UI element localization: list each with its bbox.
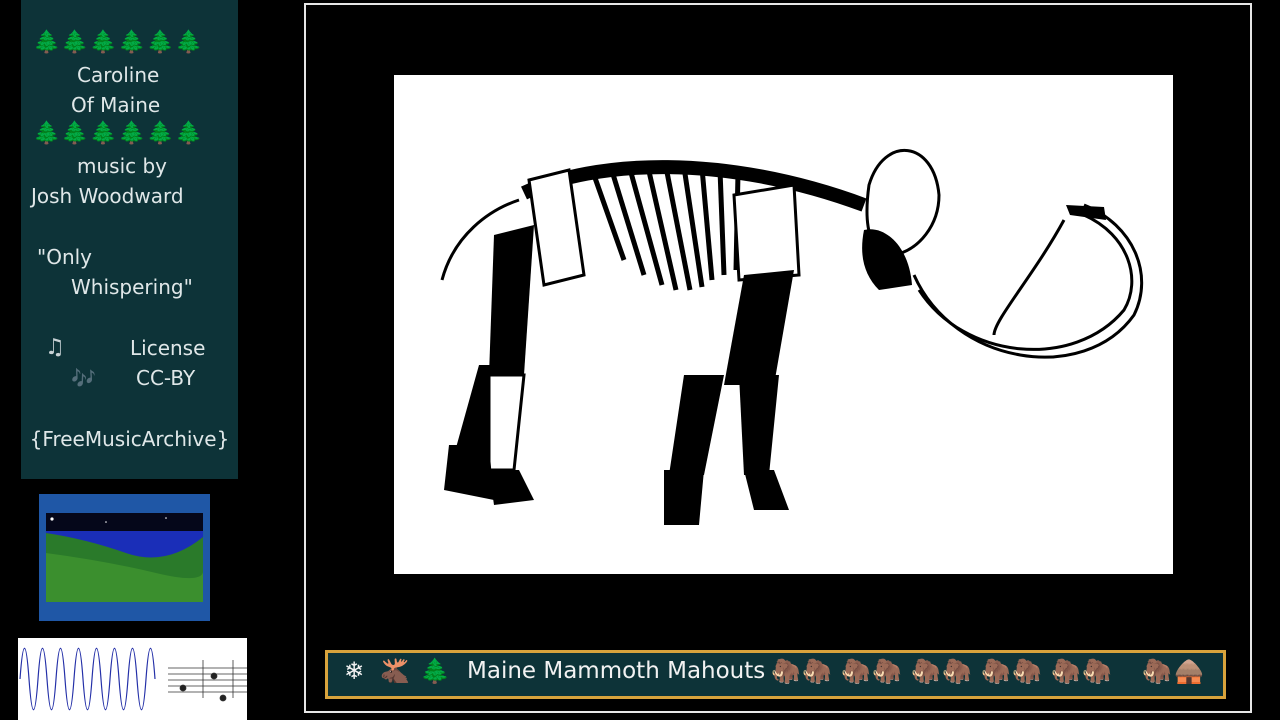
composer-name: Josh Woodward <box>31 184 184 208</box>
title-bar-inner: ❄ 🫎 🌲 Maine Mammoth Mahouts 🦣 🦣 🦣 🦣 🦣 🦣 … <box>328 653 1223 696</box>
music-note-icon: ♫ <box>45 335 65 360</box>
music-by-label: music by <box>77 154 168 178</box>
mammoth-skeleton-image <box>394 75 1173 574</box>
snowflake-icon: ❄ <box>344 657 365 685</box>
tree-row-bottom: 🌲🌲🌲🌲🌲🌲 <box>33 121 204 146</box>
mammoth-icon: 🦣 <box>872 657 902 685</box>
thumbnail-frame <box>39 494 210 621</box>
hut-icon: 🛖 <box>1174 657 1204 685</box>
artist-name-line2: Of Maine <box>71 93 161 117</box>
source-label: {FreeMusicArchive} <box>29 427 230 451</box>
mammoth-icon: 🦣 <box>841 657 871 685</box>
waveform <box>19 647 156 711</box>
license-value: CC-BY <box>136 366 196 390</box>
tree-icon: 🌲 <box>420 657 450 685</box>
music-notes-icon: 🎶 <box>71 366 96 390</box>
song-title-line2: Whispering" <box>71 275 193 299</box>
song-title-line1: "Only <box>37 245 93 269</box>
sheet-music <box>168 660 247 702</box>
mammoth-icon: 🦣 <box>771 657 801 685</box>
mammoth-icon: 🦣 <box>1142 657 1172 685</box>
night-landscape-thumbnail <box>46 513 203 602</box>
waveform-visualizer <box>18 638 247 720</box>
mammoth-icon: 🦣 <box>1012 657 1042 685</box>
license-label: License <box>130 336 206 360</box>
mammoth-icon: 🦣 <box>942 657 972 685</box>
mammoth-icon: 🦣 <box>911 657 941 685</box>
tree-row-top: 🌲🌲🌲🌲🌲🌲 <box>33 30 204 55</box>
mammoth-icon: 🦣 <box>802 657 832 685</box>
moose-icon: 🫎 <box>380 657 410 685</box>
bar-title: Maine Mammoth Mahouts <box>467 658 766 684</box>
mammoth-icon: 🦣 <box>981 657 1011 685</box>
title-bar: ❄ 🫎 🌲 Maine Mammoth Mahouts 🦣 🦣 🦣 🦣 🦣 🦣 … <box>325 650 1226 699</box>
artist-name-line1: Caroline <box>77 63 160 87</box>
mammoth-icon: 🦣 <box>1082 657 1112 685</box>
info-panel: 🌲🌲🌲🌲🌲🌲 Caroline Of Maine 🌲🌲🌲🌲🌲🌲 music by… <box>21 0 238 479</box>
mammoth-icon: 🦣 <box>1051 657 1081 685</box>
